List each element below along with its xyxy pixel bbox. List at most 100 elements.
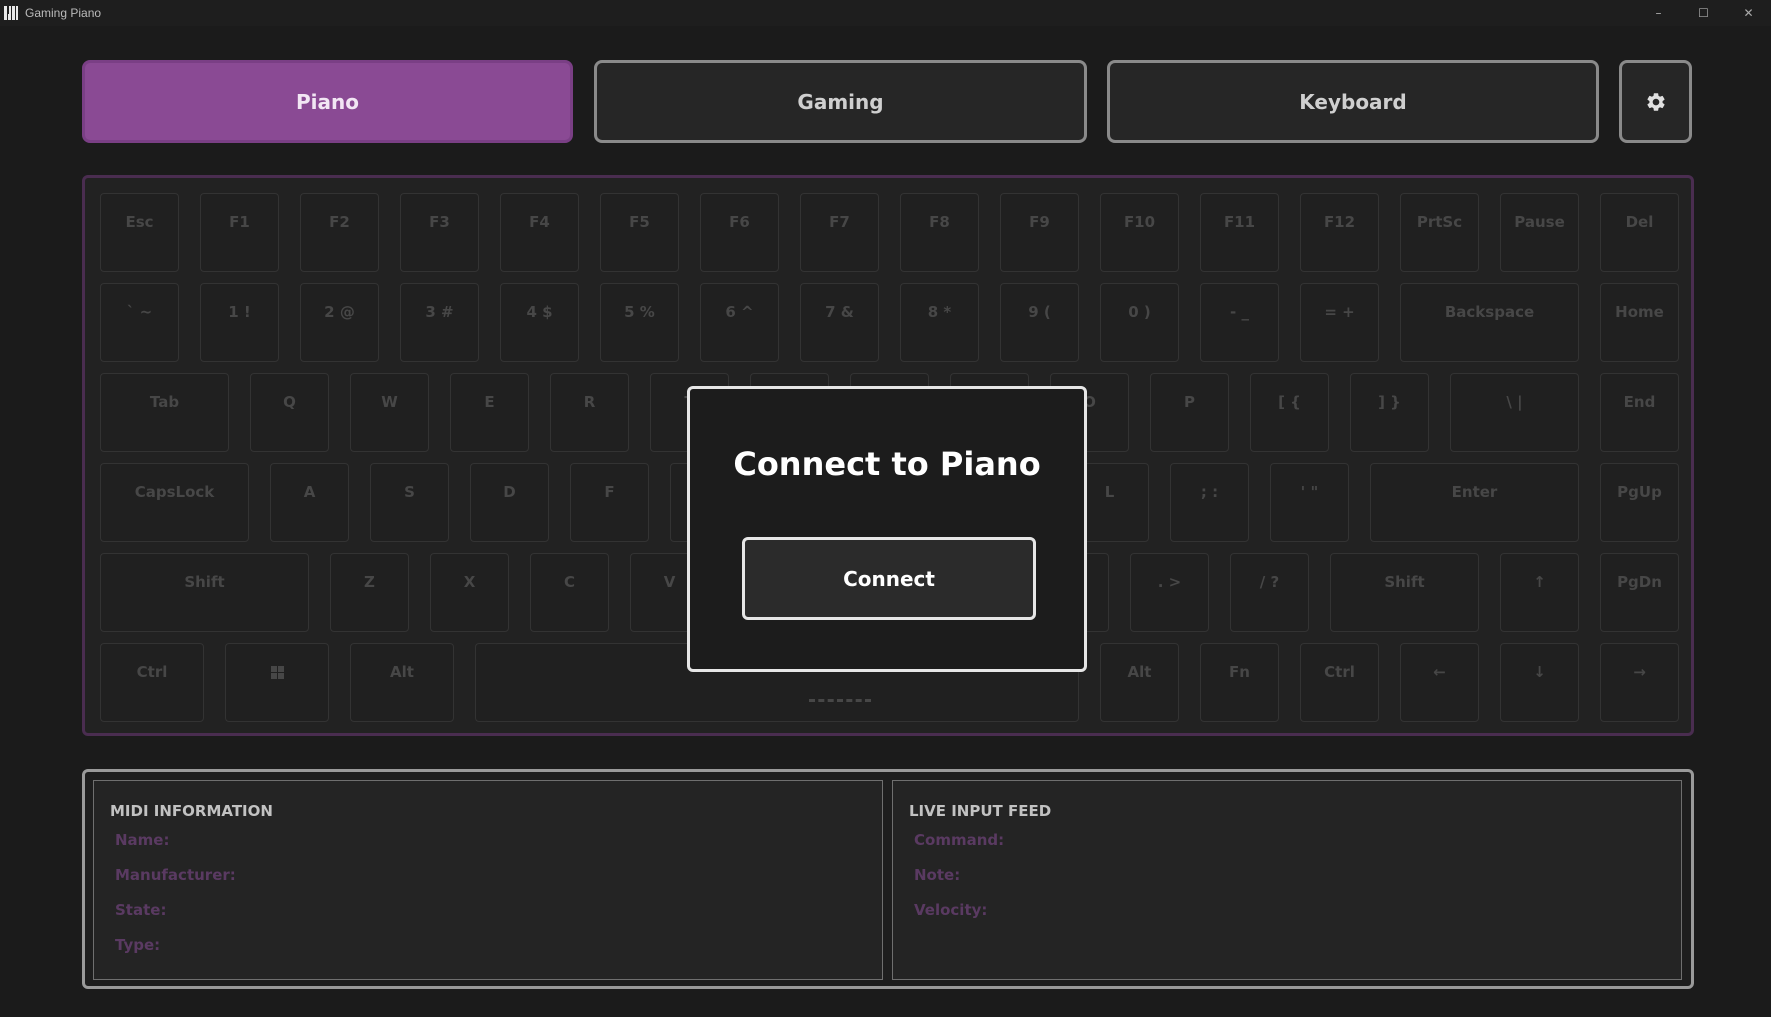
key-5[interactable]: 5 % (600, 283, 679, 362)
dialog-title: Connect to Piano (733, 445, 1041, 483)
key-a[interactable]: A (270, 463, 349, 542)
maximize-button[interactable]: ☐ (1681, 0, 1726, 26)
key-f2[interactable]: F2 (300, 193, 379, 272)
key-0[interactable]: 0 ) (1100, 283, 1179, 362)
title-bar: Gaming Piano – ☐ ✕ (0, 0, 1771, 26)
key-arrow-right[interactable]: → (1600, 643, 1679, 722)
tab-gaming[interactable]: Gaming (594, 60, 1087, 143)
key-backspace[interactable]: Backspace (1400, 283, 1579, 362)
key-7[interactable]: 7 & (800, 283, 879, 362)
midi-information-box: MIDI INFORMATION Name: Manufacturer: Sta… (93, 780, 883, 980)
key-p[interactable]: P (1150, 373, 1229, 452)
key-f4[interactable]: F4 (500, 193, 579, 272)
key-capslock[interactable]: CapsLock (100, 463, 249, 542)
key-home[interactable]: Home (1600, 283, 1679, 362)
tab-gaming-label: Gaming (797, 89, 884, 114)
key-windows[interactable] (225, 643, 329, 722)
key-9[interactable]: 9 ( (1000, 283, 1079, 362)
key-r[interactable]: R (550, 373, 629, 452)
live-input-feed-box: LIVE INPUT FEED Command: Note: Velocity: (892, 780, 1682, 980)
key-z[interactable]: Z (330, 553, 409, 632)
tab-keyboard-label: Keyboard (1299, 89, 1407, 114)
tab-piano-label: Piano (296, 89, 359, 114)
key-f6[interactable]: F6 (700, 193, 779, 272)
key-f10[interactable]: F10 (1100, 193, 1179, 272)
key-left-shift[interactable]: Shift (100, 553, 309, 632)
key-right-bracket[interactable]: ] } (1350, 373, 1429, 452)
window-title: Gaming Piano (25, 6, 102, 20)
connect-button[interactable]: Connect (742, 537, 1036, 620)
midi-state-label: State: (115, 901, 167, 919)
key-f[interactable]: F (570, 463, 649, 542)
key-backtick[interactable]: ` ~ (100, 283, 179, 362)
key-f8[interactable]: F8 (900, 193, 979, 272)
gear-icon (1646, 92, 1665, 111)
key-8[interactable]: 8 * (900, 283, 979, 362)
midi-type-label: Type: (115, 936, 161, 954)
key-period[interactable]: . > (1130, 553, 1209, 632)
key-prtsc[interactable]: PrtSc (1400, 193, 1479, 272)
key-right-ctrl[interactable]: Ctrl (1300, 643, 1379, 722)
tab-piano[interactable]: Piano (82, 60, 573, 143)
midi-name-label: Name: (115, 831, 170, 849)
key-del[interactable]: Del (1600, 193, 1679, 272)
key-f12[interactable]: F12 (1300, 193, 1379, 272)
key-1[interactable]: 1 ! (200, 283, 279, 362)
key-f3[interactable]: F3 (400, 193, 479, 272)
key-quote[interactable]: ' " (1270, 463, 1349, 542)
key-f1[interactable]: F1 (200, 193, 279, 272)
key-left-bracket[interactable]: [ { (1250, 373, 1329, 452)
connect-dialog: Connect to Piano Connect (687, 386, 1087, 672)
key-s[interactable]: S (370, 463, 449, 542)
feed-note-label: Note: (914, 866, 961, 884)
midi-information-title: MIDI INFORMATION (110, 802, 273, 820)
key-equals[interactable]: = + (1300, 283, 1379, 362)
key-arrow-left[interactable]: ← (1400, 643, 1479, 722)
info-panel: MIDI INFORMATION Name: Manufacturer: Sta… (82, 769, 1694, 989)
key-f5[interactable]: F5 (600, 193, 679, 272)
live-input-feed-title: LIVE INPUT FEED (909, 802, 1052, 820)
key-esc[interactable]: Esc (100, 193, 179, 272)
key-3[interactable]: 3 # (400, 283, 479, 362)
key-f9[interactable]: F9 (1000, 193, 1079, 272)
key-pgup[interactable]: PgUp (1600, 463, 1679, 542)
key-right-alt[interactable]: Alt (1100, 643, 1179, 722)
key-x[interactable]: X (430, 553, 509, 632)
settings-button[interactable] (1619, 60, 1692, 143)
key-c[interactable]: C (530, 553, 609, 632)
windows-icon (270, 666, 284, 679)
minimize-button[interactable]: – (1636, 0, 1681, 26)
tab-keyboard[interactable]: Keyboard (1107, 60, 1599, 143)
key-f7[interactable]: F7 (800, 193, 879, 272)
key-slash[interactable]: / ? (1230, 553, 1309, 632)
key-6[interactable]: 6 ^ (700, 283, 779, 362)
key-pgdn[interactable]: PgDn (1600, 553, 1679, 632)
space-indicator (809, 699, 871, 702)
midi-manufacturer-label: Manufacturer: (115, 866, 236, 884)
key-f11[interactable]: F11 (1200, 193, 1279, 272)
key-end[interactable]: End (1600, 373, 1679, 452)
key-backslash[interactable]: \ | (1450, 373, 1579, 452)
key-2[interactable]: 2 @ (300, 283, 379, 362)
feed-command-label: Command: (914, 831, 1005, 849)
key-d[interactable]: D (470, 463, 549, 542)
key-minus[interactable]: - _ (1200, 283, 1279, 362)
feed-velocity-label: Velocity: (914, 901, 988, 919)
key-tab[interactable]: Tab (100, 373, 229, 452)
key-pause[interactable]: Pause (1500, 193, 1579, 272)
key-left-ctrl[interactable]: Ctrl (100, 643, 204, 722)
key-enter[interactable]: Enter (1370, 463, 1579, 542)
key-fn[interactable]: Fn (1200, 643, 1279, 722)
key-q[interactable]: Q (250, 373, 329, 452)
key-arrow-up[interactable]: ↑ (1500, 553, 1579, 632)
piano-app-icon (4, 6, 18, 20)
key-4[interactable]: 4 $ (500, 283, 579, 362)
key-e[interactable]: E (450, 373, 529, 452)
key-semicolon[interactable]: ; : (1170, 463, 1249, 542)
key-right-shift[interactable]: Shift (1330, 553, 1479, 632)
key-left-alt[interactable]: Alt (350, 643, 454, 722)
key-w[interactable]: W (350, 373, 429, 452)
connect-button-label: Connect (843, 566, 935, 591)
close-button[interactable]: ✕ (1726, 0, 1771, 26)
key-arrow-down[interactable]: ↓ (1500, 643, 1579, 722)
